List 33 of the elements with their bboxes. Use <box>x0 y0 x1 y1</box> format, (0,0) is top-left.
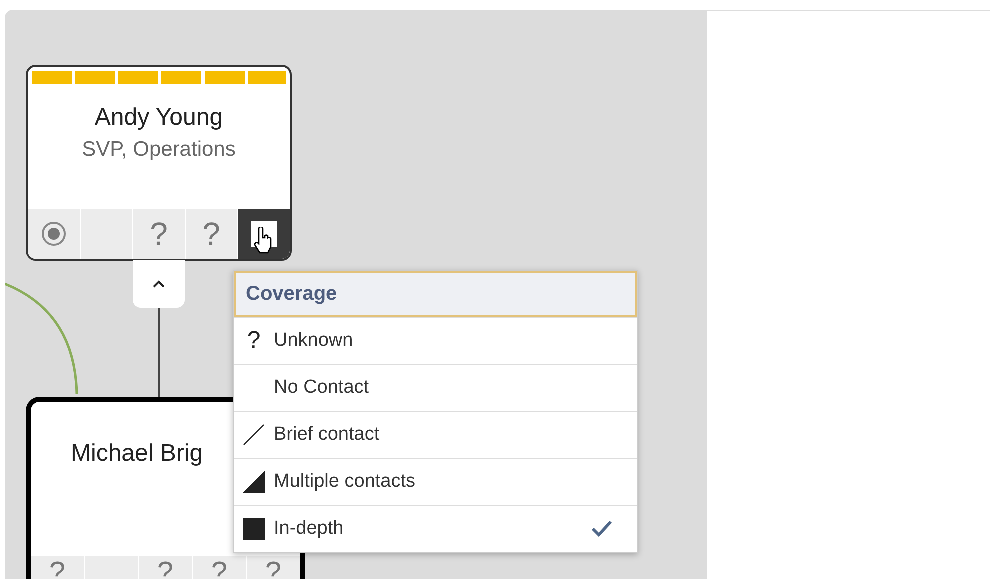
chevron-up-icon <box>153 280 165 288</box>
menu-item[interactable]: Multiple contacts <box>234 458 637 505</box>
menu-item[interactable]: Brief contact <box>234 411 637 458</box>
card-cell[interactable]: ? <box>247 556 300 579</box>
unknown-coverage-mark[interactable]: ? <box>202 216 220 252</box>
card-cell[interactable] <box>80 209 132 259</box>
unknown-coverage-mark[interactable]: ? <box>49 559 66 579</box>
card-cell[interactable]: ? <box>31 556 84 579</box>
person-card[interactable]: Andy Young SVP, Operations ? ? <box>26 65 292 261</box>
person-name: Andy Young <box>94 104 224 132</box>
hand-cursor-icon <box>254 227 274 255</box>
card-cell[interactable] <box>28 209 80 259</box>
menu-header: Coverage <box>234 271 637 317</box>
triangle-icon <box>243 471 265 493</box>
unknown-coverage-mark[interactable]: ? <box>150 216 168 252</box>
radio-icon[interactable] <box>40 221 67 247</box>
unknown-coverage-mark[interactable]: ? <box>265 559 282 579</box>
menu-item[interactable]: No Contact <box>234 364 637 411</box>
card-cell[interactable]: ? <box>133 209 185 259</box>
card-cell[interactable]: ? <box>186 209 238 259</box>
card-cell[interactable]: ? <box>193 556 246 579</box>
menu-item[interactable]: In-depth <box>234 505 637 552</box>
person-name: Michael Brig <box>70 440 204 468</box>
diagonal-line-icon <box>243 424 265 446</box>
unknown-coverage-mark[interactable]: ? <box>157 559 174 579</box>
checkmark-icon <box>591 520 613 538</box>
card-cell[interactable]: ? <box>139 556 192 579</box>
card-cell[interactable] <box>238 209 290 259</box>
question-mark-icon: ? <box>247 327 261 355</box>
unknown-coverage-mark[interactable]: ? <box>211 559 228 579</box>
menu-item[interactable]: ? Unknown <box>234 317 637 364</box>
person-title: SVP, Operations <box>81 138 237 162</box>
square-icon <box>243 518 265 540</box>
